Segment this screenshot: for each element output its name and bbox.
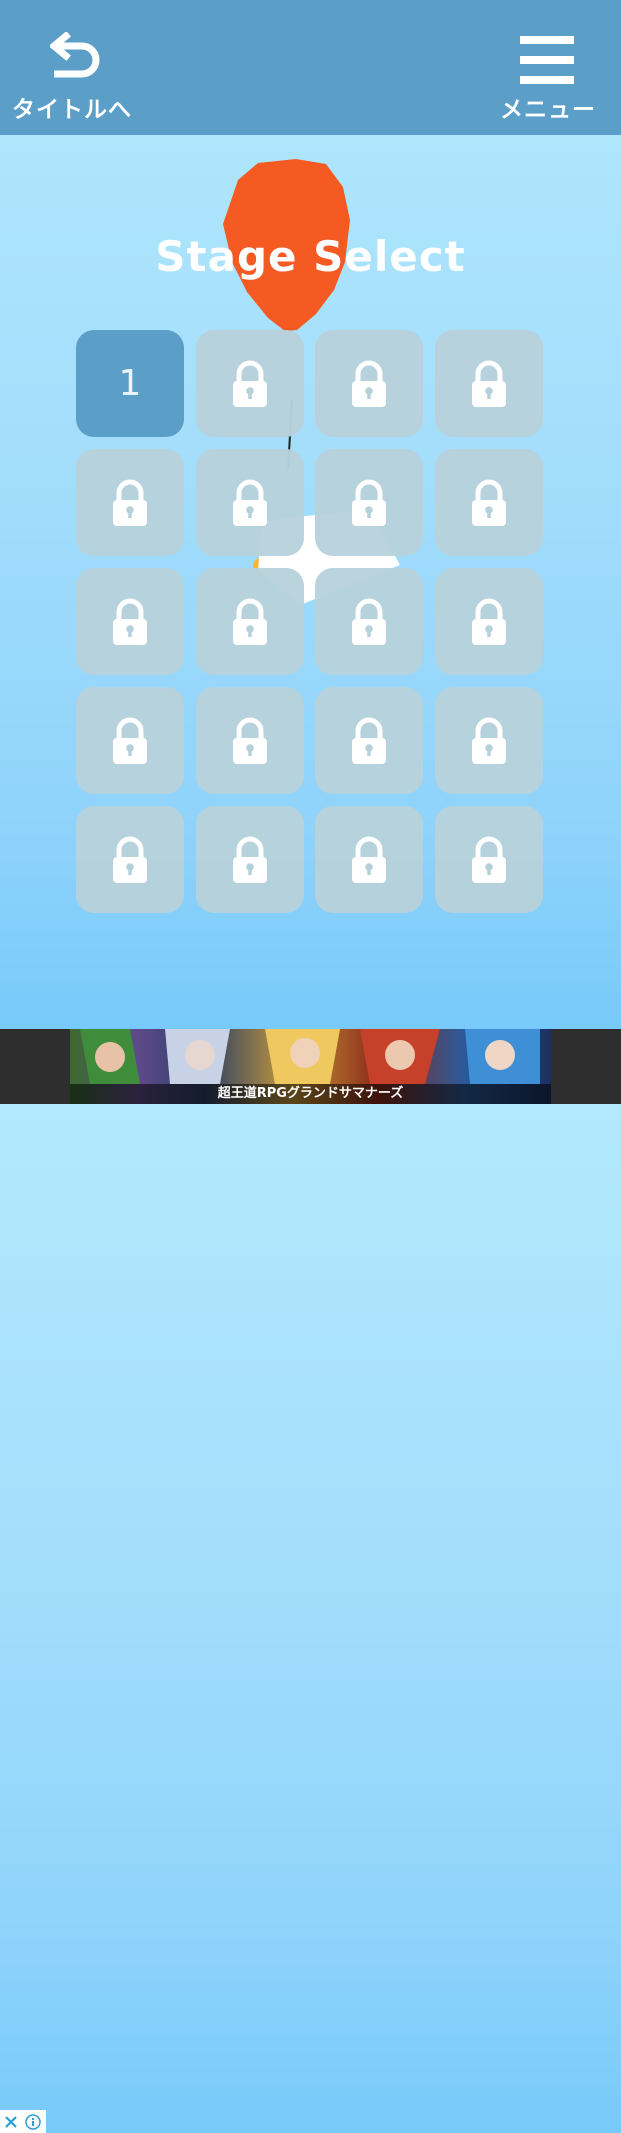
lock-icon [232, 360, 267, 407]
info-icon [25, 2113, 41, 2130]
stage-grid: 1 [76, 330, 543, 913]
stage-tile-locked[interactable] [315, 687, 423, 794]
ad-controls [0, 2110, 46, 2133]
ad-close-button[interactable] [0, 2110, 22, 2133]
stage-tile-locked[interactable] [76, 449, 184, 556]
lock-icon [113, 717, 147, 764]
stage-tile-locked[interactable] [76, 687, 184, 794]
lock-icon [113, 836, 147, 883]
stage-number: 1 [118, 363, 142, 404]
lock-icon [352, 598, 386, 645]
lock-icon [113, 479, 147, 526]
close-icon [5, 2115, 17, 2128]
stage-tile-locked[interactable] [315, 568, 423, 675]
top-bar: タイトルへ メニュー [0, 0, 621, 135]
stage-tile-locked[interactable] [434, 806, 543, 913]
stage-tile-locked[interactable] [195, 330, 304, 437]
back-to-title-button[interactable]: タイトルへ [0, 0, 150, 135]
stage-tile-locked[interactable] [315, 330, 423, 437]
hamburger-icon [520, 36, 574, 84]
stage-tile-locked[interactable] [195, 449, 304, 556]
stage-tile-locked[interactable] [195, 568, 304, 675]
back-to-title-label: タイトルへ [12, 97, 132, 123]
menu-label: メニュー [500, 97, 596, 123]
lock-icon [352, 836, 386, 883]
ad-info-button[interactable] [22, 2110, 44, 2133]
ad-banner[interactable]: 超王道RPGグランドサマナーズ [70, 1029, 551, 1104]
lock-icon [471, 479, 506, 526]
lock-icon [471, 836, 506, 883]
lock-icon [471, 360, 506, 407]
stage-tile[interactable]: 1 [76, 330, 184, 437]
lock-icon [471, 717, 506, 764]
stage-tile-locked[interactable] [76, 806, 184, 913]
stage-tile-locked[interactable] [195, 806, 304, 913]
lock-icon [113, 598, 147, 645]
stage-tile-locked[interactable] [434, 449, 543, 556]
lock-icon [232, 598, 267, 645]
stage-tile-locked[interactable] [434, 568, 543, 675]
stage-tile-locked[interactable] [315, 449, 423, 556]
stage-tile-locked[interactable] [434, 687, 543, 794]
page-title: Stage Select [155, 232, 466, 281]
stage-tile-locked[interactable] [195, 687, 304, 794]
lock-icon [352, 717, 386, 764]
undo-arrow-icon [50, 32, 100, 78]
menu-button[interactable]: メニュー [486, 0, 621, 135]
lock-icon [352, 479, 386, 526]
lock-icon [232, 479, 267, 526]
lock-icon [232, 836, 267, 883]
ad-bar: 超王道RPGグランドサマナーズ [0, 1029, 621, 2133]
stage-tile-locked[interactable] [76, 568, 184, 675]
ad-caption: 超王道RPGグランドサマナーズ [70, 1084, 551, 1104]
lock-icon [352, 360, 386, 407]
stage-tile-locked[interactable] [434, 330, 543, 437]
stage-tile-locked[interactable] [315, 806, 423, 913]
lock-icon [232, 717, 267, 764]
lock-icon [471, 598, 506, 645]
